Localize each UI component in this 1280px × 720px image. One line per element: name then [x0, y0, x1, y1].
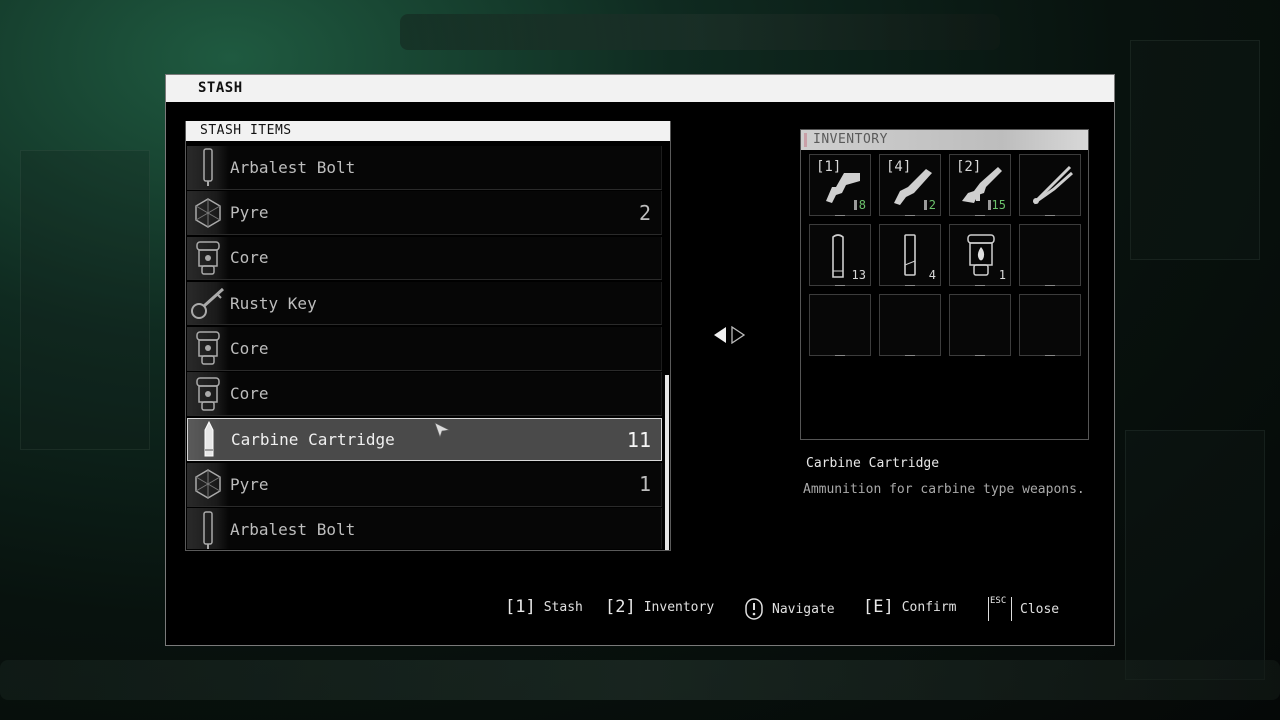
inventory-slot-empty[interactable] — [1019, 294, 1081, 356]
hint-label: Navigate — [772, 601, 835, 617]
cutters-icon — [1032, 165, 1073, 205]
hint-key: ESC — [990, 596, 1007, 606]
bolt-icon — [187, 146, 229, 189]
slot-count: 13 — [851, 268, 866, 282]
inventory-slot-empty[interactable] — [949, 294, 1011, 356]
background-wall-panel — [1130, 40, 1260, 260]
slot-count: 15 — [991, 198, 1006, 212]
inventory-panel: INVENTORY [1] 8 [4] 2 [2] 15 13 4 1 — [800, 129, 1089, 440]
item-description-text: Ammunition for carbine type weapons. — [803, 482, 1085, 497]
inventory-slot-empty[interactable] — [879, 294, 941, 356]
navigate-icon — [745, 598, 763, 620]
window-title: STASH — [166, 75, 1114, 102]
stash-panel: STASH ITEMS Arbalest Bolt Pyre 2 Core Ru… — [185, 121, 671, 551]
stash-scrollbar[interactable] — [665, 375, 669, 550]
stash-item-name: Arbalest Bolt — [230, 520, 356, 540]
stash-row[interactable]: Rusty Key — [187, 281, 662, 326]
stash-item-name: Pyre — [230, 203, 269, 223]
stash-row[interactable]: Arbalest Bolt — [187, 146, 662, 190]
slot-count: 2 — [928, 198, 936, 212]
esc-key-icon: ESC — [988, 596, 1012, 621]
core-icon — [187, 236, 229, 280]
ammo-indicator — [854, 200, 857, 210]
inventory-slot[interactable]: [1] 8 — [809, 154, 871, 216]
key-icon — [187, 281, 229, 325]
inventory-header: INVENTORY — [801, 130, 1088, 150]
stash-item-name: Rusty Key — [230, 293, 317, 313]
slot-count: 8 — [858, 198, 866, 212]
inventory-slot[interactable]: [2] 15 — [949, 154, 1011, 216]
stash-row[interactable]: Pyre 2 — [187, 191, 662, 235]
transfer-arrows — [713, 326, 745, 344]
hint-key: [E] — [863, 597, 894, 617]
core-icon — [187, 327, 229, 370]
pyre-icon — [187, 463, 229, 506]
stash-row[interactable]: Core — [187, 327, 662, 371]
stash-item-name: Core — [230, 338, 269, 358]
hint-navigate[interactable]: Navigate — [744, 597, 835, 621]
inventory-slot[interactable]: [4] 2 — [879, 154, 941, 216]
hint-label: Close — [1020, 601, 1060, 617]
stash-row[interactable]: Core — [187, 236, 662, 281]
background-pipe — [0, 660, 1280, 700]
hint-label: Inventory — [643, 599, 715, 615]
hint-label: Stash — [543, 599, 583, 615]
stash-item-name: Arbalest Bolt — [230, 157, 356, 177]
arrow-right-icon[interactable] — [731, 326, 745, 344]
hint-confirm[interactable]: [E] Confirm — [863, 597, 957, 617]
stash-item-name: Core — [230, 384, 269, 404]
stash-item-qty: 1 — [638, 472, 651, 497]
cartridge-icon — [188, 418, 230, 461]
stash-item-qty: 2 — [638, 200, 651, 225]
stash-window: STASH STASH ITEMS Arbalest Bolt Pyre 2 C… — [165, 74, 1115, 646]
ammo-indicator — [988, 200, 991, 210]
control-hints: [1] Stash [2] Inventory Navigate [E] Con… — [166, 596, 1114, 627]
inventory-slot[interactable]: 13 — [809, 224, 871, 286]
background-pipe — [400, 14, 1000, 50]
inventory-grid: [1] 8 [4] 2 [2] 15 13 4 1 — [809, 154, 1081, 356]
hint-inventory[interactable]: [2] Inventory — [605, 597, 714, 617]
background-wall-panel — [1125, 430, 1265, 680]
stash-row-selected[interactable]: Carbine Cartridge 11 — [187, 417, 662, 462]
stash-row[interactable]: Pyre 1 — [187, 463, 662, 507]
stash-header: STASH ITEMS — [186, 121, 670, 141]
inventory-slot-empty[interactable] — [1019, 224, 1081, 286]
arrow-left-icon[interactable] — [713, 326, 727, 344]
slot-count: 4 — [928, 268, 936, 282]
item-description-title: Carbine Cartridge — [806, 456, 940, 471]
hint-close[interactable]: ESC Close — [988, 596, 1060, 621]
stash-list[interactable]: Arbalest Bolt Pyre 2 Core Rusty Key Core… — [187, 146, 662, 549]
hint-label: Confirm — [901, 599, 957, 615]
stash-row[interactable]: Core — [187, 372, 662, 416]
inventory-slot[interactable] — [1019, 154, 1081, 216]
inventory-slot[interactable]: 1 — [949, 224, 1011, 286]
pyre-icon — [187, 191, 229, 234]
hint-key: [2] — [605, 597, 636, 617]
bolt-icon — [187, 508, 229, 549]
hint-key: [1] — [505, 597, 536, 617]
background-wall-panel — [20, 150, 150, 450]
core-icon — [187, 372, 229, 415]
hint-stash[interactable]: [1] Stash — [505, 597, 583, 617]
inventory-slot-empty[interactable] — [809, 294, 871, 356]
stash-row[interactable]: Arbalest Bolt — [187, 508, 662, 549]
stash-item-qty: 11 — [626, 427, 651, 452]
ammo-indicator — [924, 200, 927, 210]
slot-count: 1 — [998, 268, 1006, 282]
stash-item-name: Carbine Cartridge — [231, 430, 395, 450]
stash-item-name: Core — [230, 248, 269, 268]
inventory-slot[interactable]: 4 — [879, 224, 941, 286]
mouse-cursor-icon — [434, 422, 450, 438]
stash-item-name: Pyre — [230, 474, 269, 494]
